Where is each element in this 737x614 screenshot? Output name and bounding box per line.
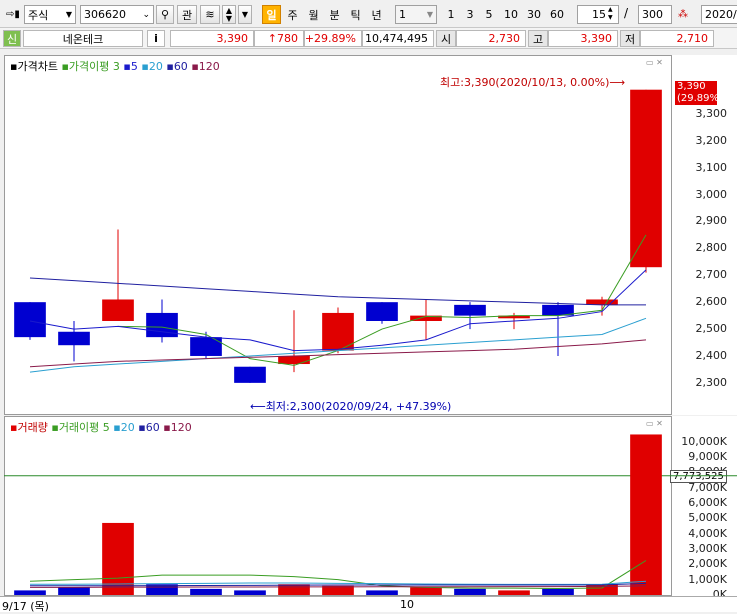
candle-body <box>454 304 486 316</box>
x-axis-mid-label: 10 <box>400 598 414 611</box>
candle-body <box>190 337 222 356</box>
chart-canvas <box>4 89 737 595</box>
volume-bar <box>278 584 310 595</box>
candle-body <box>234 366 266 383</box>
volume-bar <box>190 588 222 595</box>
volume-bar <box>410 587 442 595</box>
volume-bar <box>454 588 486 595</box>
candle-body <box>102 299 134 321</box>
candle-body <box>366 302 398 321</box>
volume-bar <box>234 590 266 595</box>
volume-bar <box>14 590 46 595</box>
candle-body <box>630 89 662 268</box>
candle-body <box>14 302 46 338</box>
volume-bar <box>366 590 398 595</box>
volume-bar <box>542 588 574 595</box>
volume-bar <box>630 434 662 595</box>
candle-body <box>58 331 90 346</box>
volume-bar <box>58 587 90 595</box>
volume-bar <box>498 590 530 595</box>
x-axis: 9/17 (목) 10 <box>0 596 737 613</box>
candle-body <box>278 355 310 365</box>
